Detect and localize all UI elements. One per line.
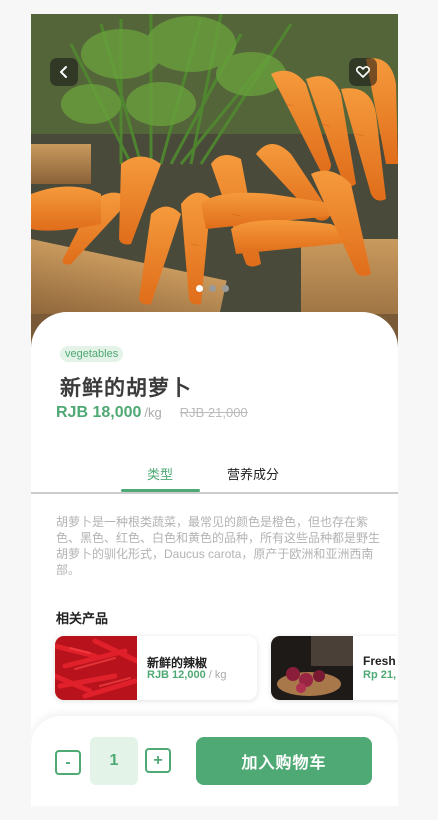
heart-icon	[355, 66, 371, 78]
tab-type[interactable]: 类型	[147, 464, 173, 483]
related-product-price: Rp 21,	[363, 669, 397, 681]
detail-tabs: 类型 营养成分	[31, 462, 398, 494]
current-price: RJB 18,000	[56, 404, 142, 421]
chili-image	[55, 636, 137, 700]
carousel-indicator	[196, 285, 229, 292]
price-row: RJB 18,000 /kg RJB 21,000	[56, 404, 248, 422]
carousel-dot[interactable]	[196, 285, 203, 292]
product-description: 胡萝卜是一种根类蔬菜，最常见的颜色是橙色，但也存在紫色、黑色、红色、白色和黄色的…	[56, 515, 381, 577]
increase-quantity-button[interactable]: +	[145, 748, 171, 773]
original-price: RJB 21,000	[179, 405, 248, 420]
related-product-card[interactable]: 新鲜的辣椒 RJB 12,000 / kg	[55, 636, 257, 700]
category-badge[interactable]: vegetables	[60, 346, 124, 362]
cart-action-bar: - 1 + 加入购物车	[31, 716, 398, 806]
onion-image	[271, 636, 353, 700]
quantity-value: 1	[90, 737, 138, 785]
tab-nutrition[interactable]: 营养成分	[227, 464, 279, 483]
related-product-name: Fresh	[363, 654, 396, 668]
favorite-button[interactable]	[349, 58, 377, 86]
carousel-dot[interactable]	[209, 285, 216, 292]
product-title: 新鲜的胡萝卜	[60, 377, 192, 400]
price-unit: /kg	[144, 405, 162, 420]
product-image-carousel[interactable]	[31, 14, 398, 354]
carousel-dot[interactable]	[222, 285, 229, 292]
active-tab-indicator	[121, 489, 200, 492]
related-products-title: 相关产品	[56, 611, 109, 626]
add-to-cart-button[interactable]: 加入购物车	[196, 737, 372, 785]
carrots-photo	[31, 14, 398, 354]
related-product-card[interactable]: Fresh Rp 21,	[271, 636, 398, 700]
product-detail-screen: vegetables 新鲜的胡萝卜 RJB 18,000 /kg RJB 21,…	[31, 14, 398, 806]
chevron-left-icon	[60, 66, 67, 78]
related-product-price: RJB 12,000 / kg	[147, 669, 227, 681]
decrease-quantity-button[interactable]: -	[55, 750, 81, 775]
back-button[interactable]	[50, 58, 78, 86]
